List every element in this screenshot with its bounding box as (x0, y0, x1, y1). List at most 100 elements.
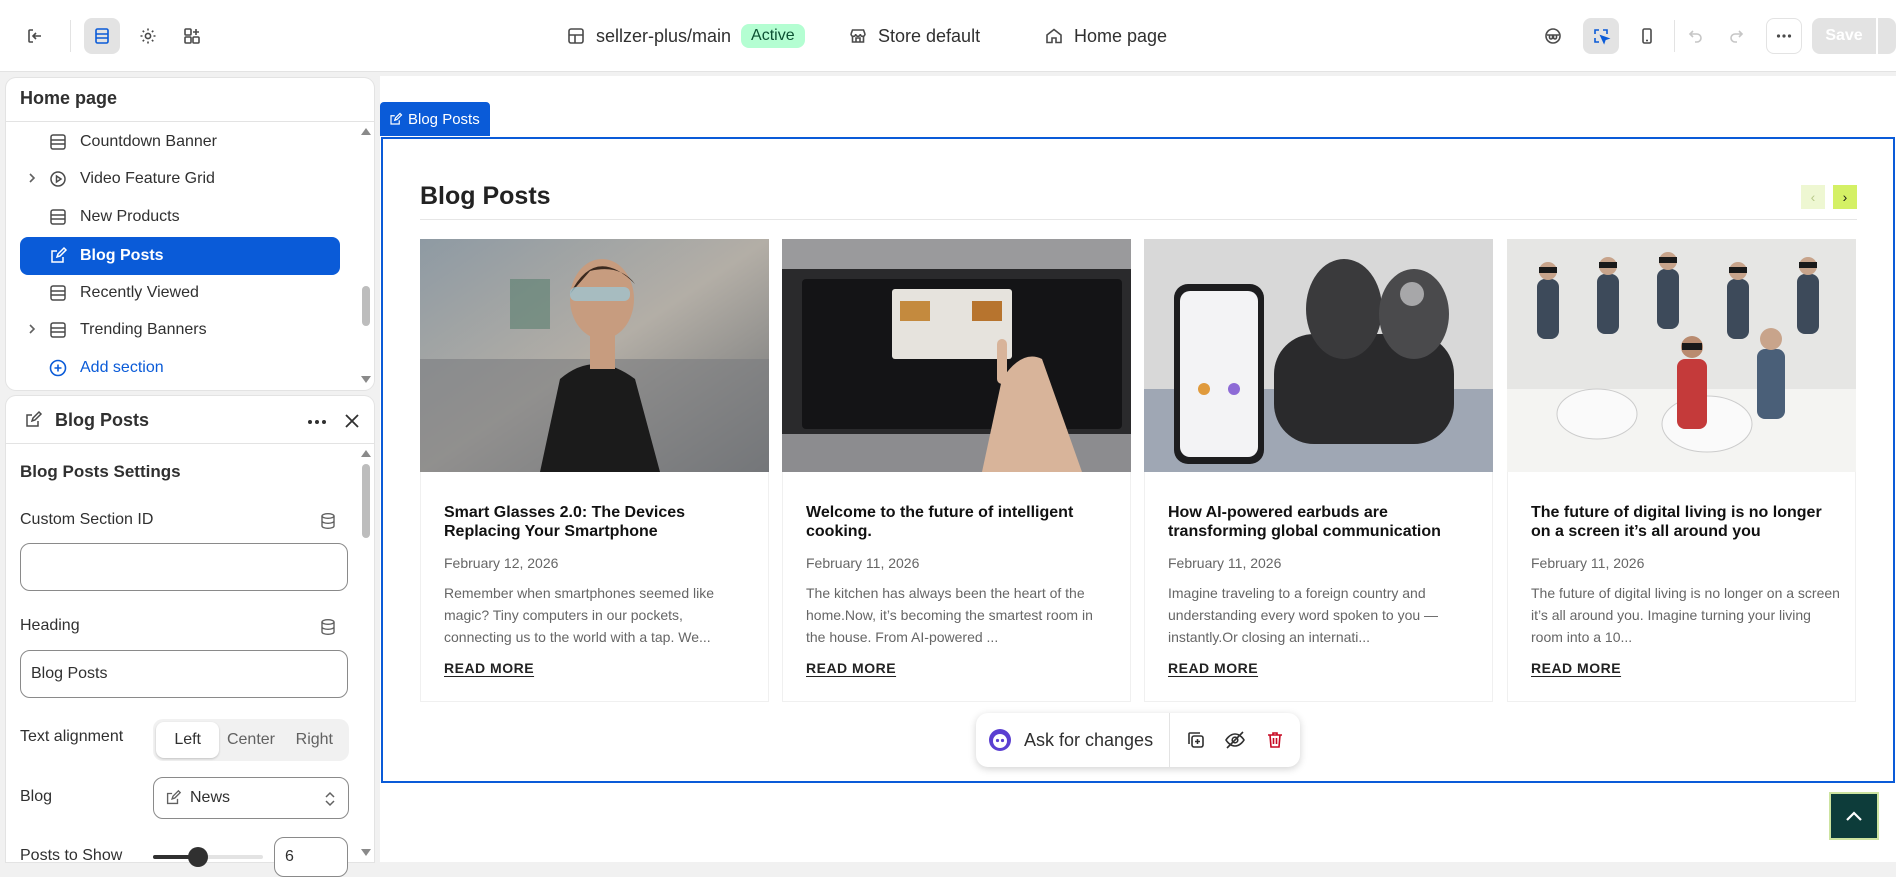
section-floating-toolbar: Ask for changes (976, 713, 1300, 767)
save-button[interactable]: Save (1812, 18, 1876, 54)
ask-for-changes-button[interactable]: Ask for changes (976, 713, 1170, 767)
status-badge: Active (741, 24, 805, 48)
post-date: February 11, 2026 (1168, 555, 1282, 571)
post-image-smart-oven[interactable] (782, 239, 1131, 472)
theme-settings-button[interactable] (130, 18, 166, 54)
chevron-right-icon[interactable] (26, 172, 38, 184)
back-to-top-button[interactable] (1829, 792, 1879, 840)
scroll-down-arrow[interactable] (360, 375, 372, 385)
post-title[interactable]: The future of digital living is no longe… (1531, 503, 1831, 541)
section-icon (48, 207, 68, 227)
settings-scrollbar[interactable] (362, 464, 370, 538)
exit-button[interactable] (17, 18, 53, 54)
post-excerpt: The kitchen has always been the heart of… (806, 585, 1093, 645)
more-icon (1776, 34, 1792, 38)
section-item-blog-posts[interactable]: Blog Posts (20, 237, 340, 275)
post-image-vr-audience[interactable] (1507, 239, 1856, 472)
posts-slider-track[interactable] (153, 855, 263, 859)
heading-field[interactable]: Blog Posts (20, 650, 348, 698)
theme-name: sellzer-plus/main (596, 25, 732, 46)
read-more-link[interactable]: READ MORE (806, 660, 896, 676)
post-title[interactable]: How AI-powered earbuds are transforming … (1168, 503, 1468, 541)
select-mode-button[interactable] (1583, 18, 1619, 54)
edit-icon (48, 246, 68, 266)
save-options-button[interactable] (1878, 18, 1896, 54)
cursor-select-icon (1594, 29, 1611, 45)
page-selector[interactable]: Home page (1044, 22, 1167, 50)
carousel-next-button[interactable]: › (1833, 185, 1857, 209)
section-item-label: Countdown Banner (80, 133, 217, 150)
section-item-label: Video Feature Grid (80, 170, 215, 187)
blog-select[interactable]: News (153, 777, 349, 819)
store-icon (850, 29, 866, 43)
section-item-label: Blog Posts (80, 247, 164, 264)
read-more-link[interactable]: READ MORE (1168, 660, 1258, 676)
redo-icon (1730, 30, 1744, 43)
post-title[interactable]: Smart Glasses 2.0: The Devices Replacing… (444, 503, 744, 541)
carousel-prev-button[interactable]: ‹ (1801, 185, 1825, 209)
undo-button[interactable] (1678, 18, 1714, 54)
align-right-option[interactable]: Right (283, 722, 346, 758)
inspector-toggle[interactable] (1535, 18, 1571, 54)
layout-icon (568, 28, 584, 44)
add-section-button[interactable]: Add section (20, 349, 340, 387)
posts-to-show-input[interactable]: 6 (274, 837, 348, 877)
custom-id-label: Custom Section ID (20, 511, 154, 528)
read-more-link[interactable]: READ MORE (1531, 660, 1621, 676)
chevron-right-icon: › (1842, 189, 1848, 205)
delete-icon[interactable] (1264, 729, 1286, 751)
section-item-countdown-banner[interactable]: Countdown Banner (20, 123, 340, 161)
section-item-label: Trending Banners (80, 321, 207, 338)
scroll-up-arrow[interactable] (360, 448, 372, 458)
chevron-left-icon: ‹ (1810, 189, 1816, 205)
store-selector[interactable]: Store default (848, 22, 980, 50)
hide-icon[interactable] (1224, 729, 1246, 751)
chevron-right-icon[interactable] (26, 323, 38, 335)
post-image-smart-glasses[interactable] (420, 239, 769, 472)
more-icon[interactable] (306, 412, 328, 432)
duplicate-icon[interactable] (1185, 729, 1207, 751)
post-image-ai-earbuds[interactable] (1144, 239, 1493, 472)
database-icon[interactable] (318, 617, 338, 637)
blog-card: Smart Glasses 2.0: The Devices Replacing… (420, 239, 769, 702)
section-item-video-feature-grid[interactable]: Video Feature Grid (20, 160, 340, 198)
heading-label: Heading (20, 617, 80, 634)
blog-select-value: News (190, 789, 231, 806)
database-icon[interactable] (318, 511, 338, 531)
align-center-option[interactable]: Center (219, 722, 282, 758)
section-item-trending-banners[interactable]: Trending Banners (20, 311, 340, 349)
theme-selector[interactable]: sellzer-plus/main Active (566, 22, 805, 50)
more-actions-button[interactable] (1766, 18, 1802, 54)
scroll-down-arrow[interactable] (360, 848, 372, 858)
scroll-up-arrow[interactable] (360, 126, 372, 136)
add-section-label: Add section (80, 359, 164, 376)
apps-button[interactable] (174, 18, 210, 54)
play-circle-icon (48, 169, 68, 189)
sections-scrollbar[interactable] (362, 286, 370, 326)
panel-title: Home page (20, 88, 118, 108)
mobile-preview-button[interactable] (1629, 18, 1665, 54)
align-left-option[interactable]: Left (156, 722, 220, 758)
post-date: February 11, 2026 (1531, 555, 1645, 571)
post-date: February 11, 2026 (806, 555, 920, 571)
blog-card: How AI-powered earbuds are transforming … (1144, 239, 1493, 702)
posts-slider-thumb[interactable] (188, 847, 208, 867)
redo-button[interactable] (1718, 18, 1754, 54)
section-item-new-products[interactable]: New Products (20, 198, 340, 236)
exit-icon (28, 29, 41, 43)
section-icon (48, 132, 68, 152)
edit-icon (166, 789, 182, 805)
post-excerpt: The future of digital living is no longe… (1531, 585, 1840, 645)
top-bar: sellzer-plus/main Active Store default H… (0, 0, 1896, 72)
plus-circle-icon (48, 358, 68, 378)
ask-for-changes-label: Ask for changes (1024, 729, 1154, 750)
close-icon[interactable] (343, 412, 361, 430)
post-title[interactable]: Welcome to the future of intelligent coo… (806, 503, 1106, 541)
sections-icon (95, 28, 109, 44)
sections-view-button[interactable] (84, 18, 120, 54)
inspector-icon (1545, 28, 1561, 44)
section-item-recently-viewed[interactable]: Recently Viewed (20, 274, 340, 312)
section-tag[interactable]: Blog Posts (380, 102, 490, 136)
custom-id-field[interactable] (20, 543, 348, 591)
read-more-link[interactable]: READ MORE (444, 660, 534, 676)
